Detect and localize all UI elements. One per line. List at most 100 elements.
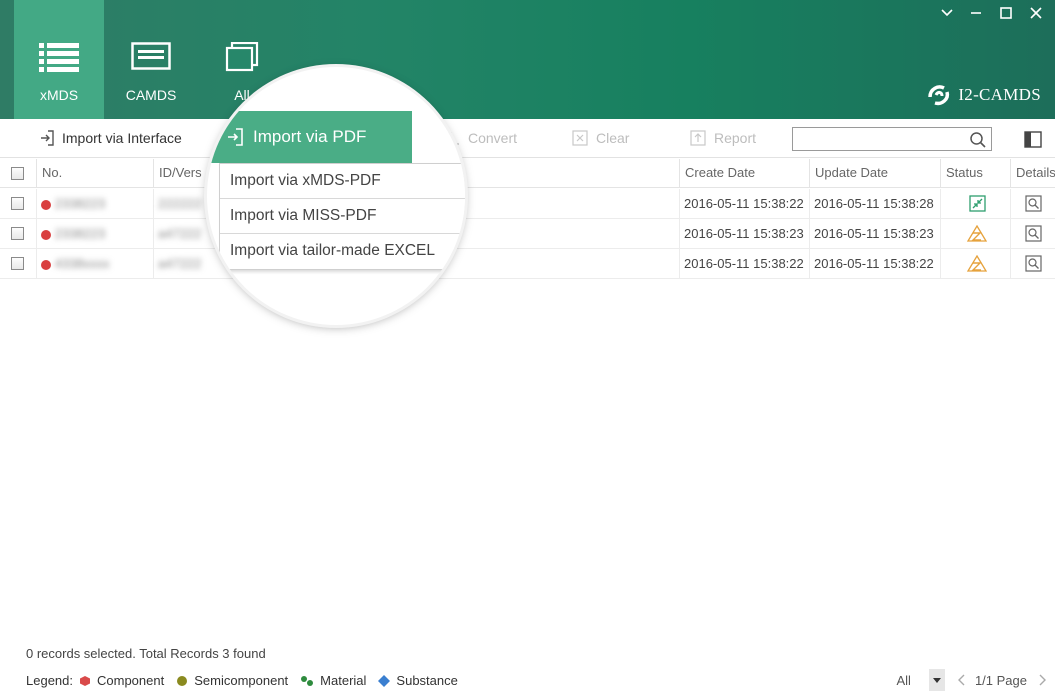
row-id: 222222 xyxy=(158,196,202,211)
tab-camds-label: CAMDS xyxy=(125,87,177,103)
import-interface-button[interactable]: Import via Interface xyxy=(40,130,182,146)
caret-down-icon xyxy=(932,678,941,683)
close-icon[interactable] xyxy=(1027,4,1045,22)
col-create-date[interactable]: Create Date xyxy=(679,159,809,188)
row-no: 2338223 xyxy=(54,196,106,211)
report-button[interactable]: Report xyxy=(690,130,756,146)
clear-icon xyxy=(572,130,588,146)
clear-button[interactable]: Clear xyxy=(572,130,629,146)
legend-substance: Substance xyxy=(378,673,458,688)
row-id: a47222 xyxy=(158,226,202,241)
import-pdf-label: Import via PDF xyxy=(253,127,367,146)
legend-component: Component xyxy=(79,673,164,688)
search-input[interactable] xyxy=(792,127,992,151)
next-page-icon[interactable] xyxy=(1039,674,1047,686)
table-row[interactable]: 2338223 a47222 2016-05-11 15:38:23 2016-… xyxy=(0,219,1055,249)
row-details-cell xyxy=(1010,189,1055,219)
row-no-cell: 2338223 xyxy=(36,219,153,249)
tab-xmds-label: xMDS xyxy=(39,87,79,103)
clear-label: Clear xyxy=(596,130,630,146)
window-list-icon xyxy=(131,42,171,70)
warning-z-icon[interactable] xyxy=(967,225,987,242)
table-header: No. ID/Vers Create Date Update Date Stat… xyxy=(0,159,1055,188)
legend: Legend: Component Semicomponent Material… xyxy=(26,673,464,688)
row-no: 4338xxxx xyxy=(54,256,110,271)
row-status-cell xyxy=(940,189,1010,219)
row-id: a47222 xyxy=(158,256,202,271)
pager: All 1/1 Page xyxy=(897,669,1055,691)
report-label: Report xyxy=(714,130,757,146)
row-details-cell xyxy=(1010,219,1055,249)
chevron-down-icon[interactable] xyxy=(938,4,956,22)
col-details[interactable]: Details xyxy=(1010,159,1055,188)
component-icon xyxy=(80,675,90,686)
magnifier-callout: Import via PDF Convert Import via xMDS-P… xyxy=(207,67,465,325)
page-indicator: 1/1 Page xyxy=(974,672,1027,688)
row-create-date: 2016-05-11 15:38:22 xyxy=(679,249,809,279)
legend-material: Material xyxy=(300,673,366,688)
maximize-icon[interactable] xyxy=(997,4,1015,22)
row-create-date: 2016-05-11 15:38:22 xyxy=(679,189,809,219)
row-update-date: 2016-05-11 15:38:28 xyxy=(809,189,940,219)
app-title: I2-CAMDS xyxy=(958,85,1041,104)
col-no[interactable]: No. xyxy=(36,159,153,188)
details-search-icon[interactable] xyxy=(1025,225,1042,242)
table-row[interactable]: 2338223 222222 2016-05-11 15:38:22 2016-… xyxy=(0,189,1055,219)
tab-xmds[interactable]: xMDS xyxy=(14,0,104,119)
filter-select-value[interactable]: All xyxy=(897,673,911,688)
row-status-cell xyxy=(940,219,1010,249)
legend-label: Legend: xyxy=(26,673,73,688)
row-status-cell xyxy=(940,249,1010,279)
material-icon xyxy=(301,675,314,686)
menu-item-xmds-pdf[interactable]: Import via xMDS-PDF xyxy=(220,164,465,199)
row-no-cell: 4338xxxx xyxy=(36,249,153,279)
row-no-cell: 2338223 xyxy=(36,189,153,219)
import-pdf-button[interactable]: Import via PDF xyxy=(207,111,412,163)
filter-dropdown-button[interactable] xyxy=(928,669,945,691)
menu-item-tailor-excel[interactable]: Import via tailor-made EXCEL xyxy=(220,234,465,269)
table-row[interactable]: 4338xxxx a47222 2016-05-11 15:38:22 2016… xyxy=(0,249,1055,279)
list-icon xyxy=(39,43,79,72)
legend-material-label: Material xyxy=(320,673,367,688)
convert-ghost-label: Convert xyxy=(451,127,465,143)
compress-icon[interactable] xyxy=(969,195,986,212)
app-header: xMDS CAMDS All I2-CAMDS xyxy=(0,0,1055,119)
prev-page-icon[interactable] xyxy=(957,674,965,686)
tab-camds[interactable]: CAMDS xyxy=(106,0,196,119)
legend-substance-label: Substance xyxy=(396,673,458,688)
status-text: 0 records selected. Total Records 3 foun… xyxy=(26,646,266,661)
menu-item-miss-pdf[interactable]: Import via MISS-PDF xyxy=(220,199,465,234)
report-icon xyxy=(690,130,706,146)
import-interface-label: Import via Interface xyxy=(62,130,182,146)
component-dot-icon xyxy=(41,229,51,240)
details-search-icon[interactable] xyxy=(1025,255,1042,272)
substance-icon xyxy=(378,674,391,687)
row-update-date: 2016-05-11 15:38:22 xyxy=(809,249,940,279)
row-checkbox[interactable] xyxy=(11,197,24,210)
row-checkbox[interactable] xyxy=(11,257,24,270)
col-update-date[interactable]: Update Date xyxy=(809,159,940,188)
details-search-icon[interactable] xyxy=(1025,195,1042,212)
legend-component-label: Component xyxy=(97,673,165,688)
legend-semicomponent-label: Semicomponent xyxy=(194,673,289,688)
row-details-cell xyxy=(1010,249,1055,279)
search-icon[interactable] xyxy=(969,131,987,149)
import-icon xyxy=(41,130,54,146)
import-pdf-menu: Import via xMDS-PDF Import via MISS-PDF … xyxy=(219,163,465,270)
row-update-date: 2016-05-11 15:38:23 xyxy=(809,219,940,249)
semicomponent-icon xyxy=(177,675,188,686)
row-checkbox[interactable] xyxy=(11,227,24,240)
legend-semicomponent: Semicomponent xyxy=(176,673,288,688)
import-icon xyxy=(228,128,243,146)
app-logo-icon xyxy=(928,85,950,106)
select-all-checkbox[interactable] xyxy=(11,167,24,180)
warning-z-icon[interactable] xyxy=(967,255,987,272)
minimize-icon[interactable] xyxy=(967,4,985,22)
convert-label: Convert xyxy=(468,130,518,146)
component-dot-icon xyxy=(41,199,51,210)
stacked-windows-icon xyxy=(225,42,259,72)
component-dot-icon xyxy=(41,259,51,270)
panel-toggle-icon[interactable] xyxy=(1024,131,1042,148)
col-status[interactable]: Status xyxy=(940,159,1010,188)
row-create-date: 2016-05-11 15:38:23 xyxy=(679,219,809,249)
